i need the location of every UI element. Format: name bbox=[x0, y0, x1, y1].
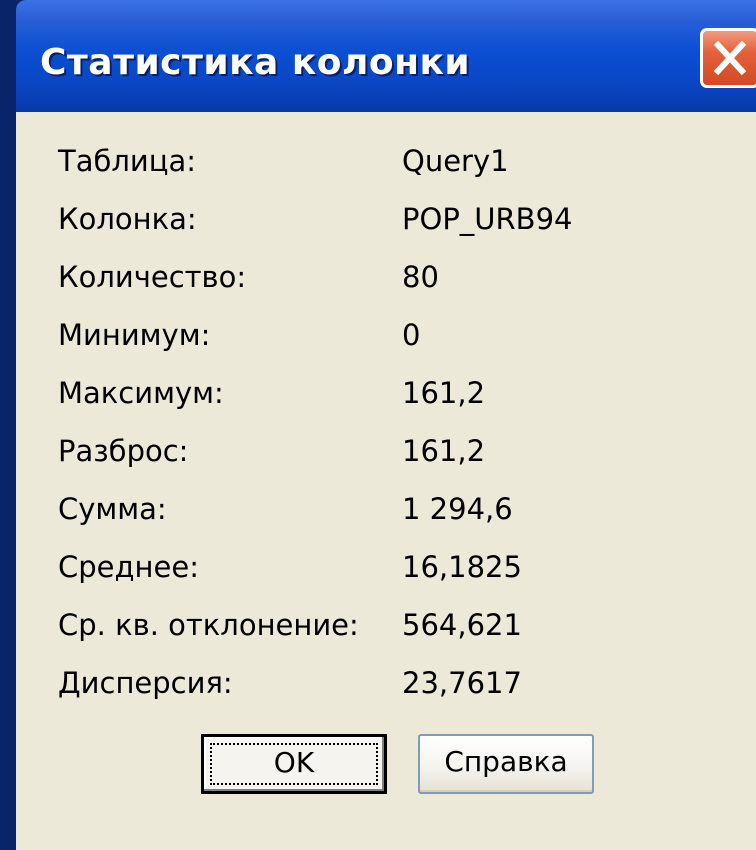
stat-value: 16,1825 bbox=[402, 550, 522, 584]
stat-label: Разброс: bbox=[58, 434, 189, 468]
stat-value: 23,7617 bbox=[402, 666, 522, 700]
stat-label: Сумма: bbox=[58, 492, 167, 526]
stat-label: Дисперсия: bbox=[58, 666, 233, 700]
stat-value: 161,2 bbox=[402, 376, 486, 410]
dialog-body: Таблица: Query1 Колонка: POP_URB94 Колич… bbox=[16, 112, 756, 850]
dialog-window: Статистика колонки Таблица: Query1 Колон… bbox=[0, 0, 756, 850]
stat-row-sum: Сумма: 1 294,6 bbox=[58, 484, 718, 534]
stat-row-maximum: Максимум: 161,2 bbox=[58, 368, 718, 418]
stat-row-column: Колонка: POP_URB94 bbox=[58, 194, 718, 244]
close-button[interactable] bbox=[700, 28, 756, 88]
stat-row-count: Количество: 80 bbox=[58, 252, 718, 302]
stat-row-variance: Дисперсия: 23,7617 bbox=[58, 658, 718, 708]
stat-label: Колонка: bbox=[58, 202, 197, 236]
stat-label: Максимум: bbox=[58, 376, 224, 410]
stat-value: Query1 bbox=[402, 144, 509, 178]
stat-value: 80 bbox=[402, 260, 439, 294]
window-title: Статистика колонки bbox=[40, 42, 471, 83]
stat-row-range: Разброс: 161,2 bbox=[58, 426, 718, 476]
ok-button-label: OK bbox=[273, 746, 315, 779]
stat-label: Таблица: bbox=[58, 144, 197, 178]
stat-value: 0 bbox=[402, 318, 421, 352]
stat-row-mean: Среднее: 16,1825 bbox=[58, 542, 718, 592]
stat-label: Ср. кв. отклонение: bbox=[58, 608, 359, 642]
stat-label: Минимум: bbox=[58, 318, 211, 352]
title-bar[interactable]: Статистика колонки bbox=[16, 0, 756, 112]
stat-label: Среднее: bbox=[58, 550, 199, 584]
stat-value: POP_URB94 bbox=[402, 202, 573, 236]
stat-row-minimum: Минимум: 0 bbox=[58, 310, 718, 360]
stat-row-std-deviation: Ср. кв. отклонение: 564,621 bbox=[58, 600, 718, 650]
help-button-label: Справка bbox=[444, 745, 568, 778]
stat-value: 161,2 bbox=[402, 434, 486, 468]
stat-value: 564,621 bbox=[402, 608, 522, 642]
close-icon bbox=[713, 40, 747, 76]
stat-label: Количество: bbox=[58, 260, 247, 294]
stat-row-table: Таблица: Query1 bbox=[58, 136, 718, 186]
ok-button[interactable]: OK bbox=[201, 734, 387, 794]
help-button[interactable]: Справка bbox=[418, 734, 594, 794]
stat-value: 1 294,6 bbox=[402, 492, 513, 526]
